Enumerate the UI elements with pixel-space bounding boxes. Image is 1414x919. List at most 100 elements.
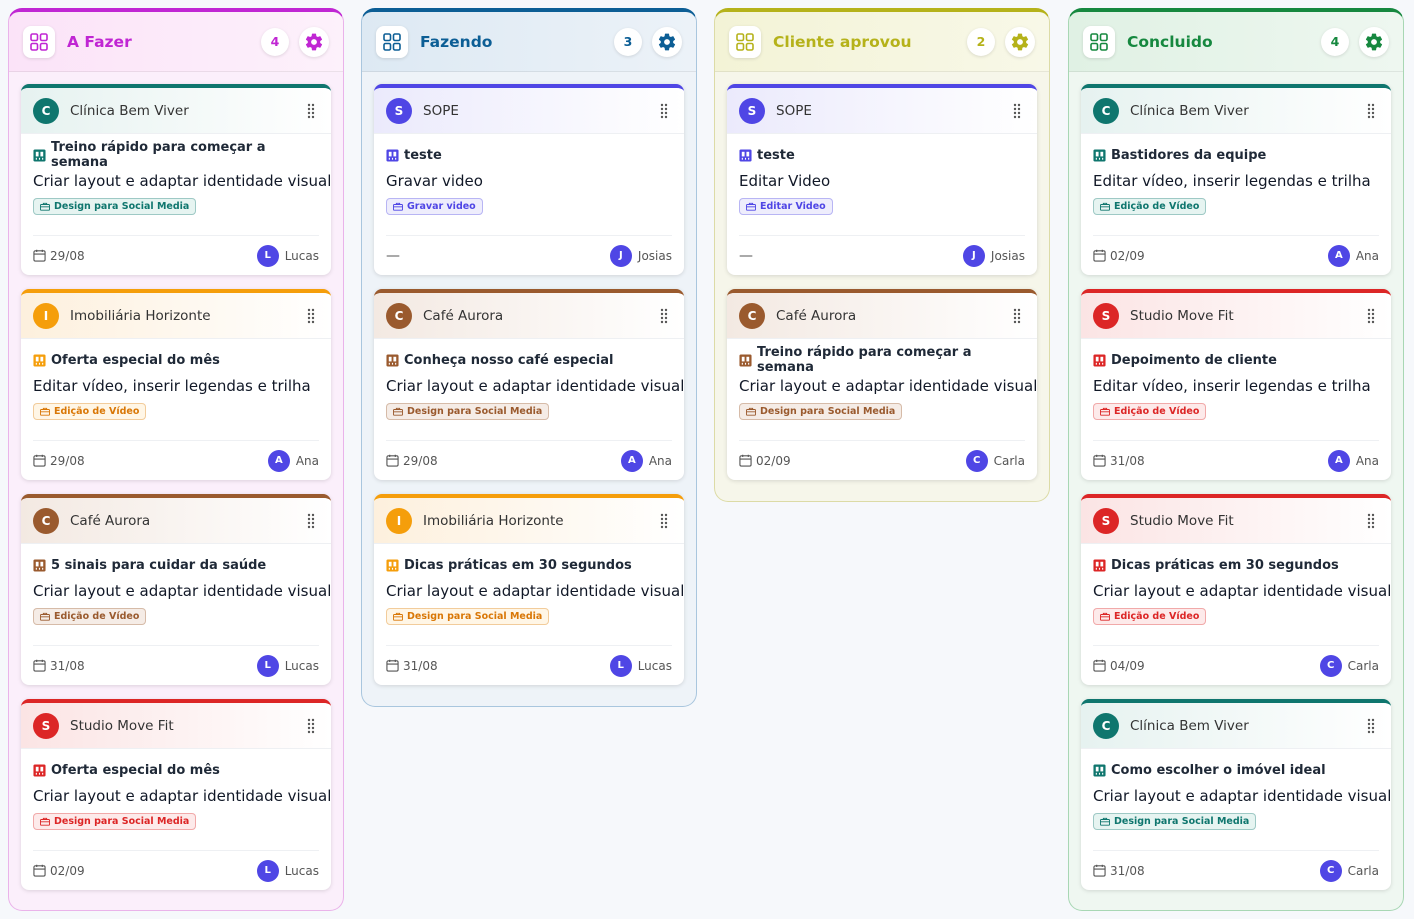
calendar-icon	[1093, 454, 1110, 467]
post-title: Treino rápido para começar a semana	[33, 140, 319, 170]
column-concluido: Concluido 4 C Clínica Bem Viver Bastidores …	[1068, 8, 1404, 911]
assignee: C Carla	[1319, 859, 1379, 882]
drag-handle-icon[interactable]	[1013, 103, 1021, 119]
post-title-text: 5 sinais para cuidar da saúde	[51, 557, 267, 573]
avatar: A	[1327, 244, 1350, 267]
due-date-text: 04/09	[1110, 658, 1145, 673]
card-header: C Café Aurora	[727, 293, 1037, 339]
client-name: Café Aurora	[423, 307, 504, 324]
drag-handle-icon[interactable]	[307, 103, 315, 119]
card-header: S Studio Move Fit	[1081, 498, 1391, 544]
assignee-name: Carla	[993, 453, 1025, 468]
task-title: Criar layout e adaptar identidade visual	[33, 172, 331, 190]
card-header: S Studio Move Fit	[21, 703, 331, 749]
task-card[interactable]: I Imobiliária Horizonte Oferta especial d…	[21, 289, 331, 480]
task-title: Criar layout e adaptar identidade visual	[33, 582, 331, 600]
avatar: L	[256, 244, 279, 267]
column-title: Fazendo	[420, 32, 493, 51]
card-body: 5 sinais para cuidar da saúde Criar layou…	[21, 544, 331, 625]
task-title: Editar Video	[739, 172, 831, 190]
post-title: teste	[739, 146, 1025, 164]
card-list: S SOPE teste Editar Video Editar Video — J Jo…	[715, 72, 1049, 480]
card-footer: 29/08 L Lucas	[33, 235, 319, 275]
assignee-name: Lucas	[284, 248, 319, 263]
briefcase-icon	[746, 202, 760, 211]
card-header: C Clínica Bem Viver	[21, 88, 331, 134]
gear-icon	[304, 32, 324, 52]
calendar-icon	[386, 659, 403, 672]
film-icon	[33, 353, 46, 367]
due-date-text: 31/08	[403, 658, 438, 673]
post-title: Dicas práticas em 30 segundos	[386, 556, 672, 574]
drag-handle-icon[interactable]	[1367, 513, 1375, 529]
drag-handle-icon[interactable]	[307, 513, 315, 529]
due-date-text: 02/09	[50, 863, 85, 878]
card-footer: 02/09 C Carla	[739, 440, 1025, 480]
task-card[interactable]: C Clínica Bem Viver Como escolher o imóve…	[1081, 699, 1391, 890]
drag-handle-icon[interactable]	[1013, 308, 1021, 324]
due-date-text: 02/09	[756, 453, 791, 468]
card-body: Depoimento de cliente Editar vídeo, inser…	[1081, 339, 1391, 420]
card-footer: 31/08 L Lucas	[33, 645, 319, 685]
column-settings-button[interactable]	[652, 26, 682, 57]
task-card[interactable]: C Café Aurora 5 sinais para cuidar da saú…	[21, 494, 331, 685]
task-card[interactable]: S Studio Move Fit Oferta especial do mês C…	[21, 699, 331, 890]
drag-handle-icon[interactable]	[1367, 718, 1375, 734]
client-avatar: S	[33, 712, 59, 739]
drag-handle-icon[interactable]	[660, 513, 668, 529]
client-name: Clínica Bem Viver	[1130, 102, 1249, 119]
column-count-badge: 3	[614, 27, 642, 56]
assignee-name: Carla	[1347, 658, 1379, 673]
service-tag: Design para Social Media	[386, 403, 550, 420]
service-tag-label: Edição de Vídeo	[54, 406, 140, 417]
calendar-icon	[33, 659, 50, 672]
due-date-text: 31/08	[1110, 863, 1145, 878]
card-footer: 31/08 A Ana	[1093, 440, 1379, 480]
client-avatar: C	[1093, 97, 1119, 124]
service-tag: Design para Social Media	[1093, 813, 1257, 830]
task-card[interactable]: C Clínica Bem Viver Bastidores da equipe E…	[1081, 84, 1391, 275]
column-title: A Fazer	[67, 32, 132, 51]
drag-handle-icon[interactable]	[1367, 103, 1375, 119]
task-card[interactable]: S SOPE teste Gravar video Gravar video — J Jo…	[374, 84, 684, 275]
column-settings-button[interactable]	[1005, 26, 1035, 57]
task-title: Criar layout e adaptar identidade visual	[33, 787, 331, 805]
task-card[interactable]: S Studio Move Fit Depoimento de cliente Ed…	[1081, 289, 1391, 480]
column-cliente: Cliente aprovou 2 S SOPE teste Editar Video …	[714, 8, 1050, 502]
column-settings-button[interactable]	[1359, 26, 1389, 57]
column-header: Concluido 4	[1069, 12, 1403, 72]
post-title: teste	[386, 146, 672, 164]
column-settings-button[interactable]	[299, 26, 329, 57]
column-count-badge: 4	[1321, 27, 1349, 56]
avatar: J	[609, 244, 632, 267]
avatar: A	[1327, 449, 1350, 472]
task-card[interactable]: C Clínica Bem Viver Treino rápido para co…	[21, 84, 331, 275]
assignee-name: Josias	[637, 248, 672, 263]
drag-handle-icon[interactable]	[660, 103, 668, 119]
card-footer: 31/08 L Lucas	[386, 645, 672, 685]
post-title: Dicas práticas em 30 segundos	[1093, 556, 1379, 574]
client-name: Café Aurora	[70, 512, 151, 529]
avatar: C	[1319, 654, 1342, 677]
drag-handle-icon[interactable]	[307, 308, 315, 324]
post-title-text: Oferta especial do mês	[51, 352, 220, 368]
card-footer: 02/09 A Ana	[1093, 235, 1379, 275]
service-tag: Design para Social Media	[739, 403, 903, 420]
task-card[interactable]: S SOPE teste Editar Video Editar Video — J Jo…	[727, 84, 1037, 275]
due-date: 02/09	[33, 864, 257, 878]
calendar-icon	[33, 249, 50, 262]
task-card[interactable]: C Café Aurora Conheça nosso café especial…	[374, 289, 684, 480]
card-footer: 29/08 A Ana	[33, 440, 319, 480]
calendar-icon	[33, 864, 50, 877]
task-card[interactable]: S Studio Move Fit Dicas práticas em 30 se…	[1081, 494, 1391, 685]
card-header: I Imobiliária Horizonte	[374, 498, 684, 544]
column-count-badge: 4	[261, 27, 289, 56]
drag-handle-icon[interactable]	[1367, 308, 1375, 324]
task-card[interactable]: I Imobiliária Horizonte Dicas práticas em…	[374, 494, 684, 685]
drag-handle-icon[interactable]	[660, 308, 668, 324]
post-title: Oferta especial do mês	[33, 351, 319, 369]
post-title-text: Oferta especial do mês	[51, 762, 220, 778]
board-icon	[1083, 25, 1115, 58]
drag-handle-icon[interactable]	[307, 718, 315, 734]
task-card[interactable]: C Café Aurora Treino rápido para começar …	[727, 289, 1037, 480]
